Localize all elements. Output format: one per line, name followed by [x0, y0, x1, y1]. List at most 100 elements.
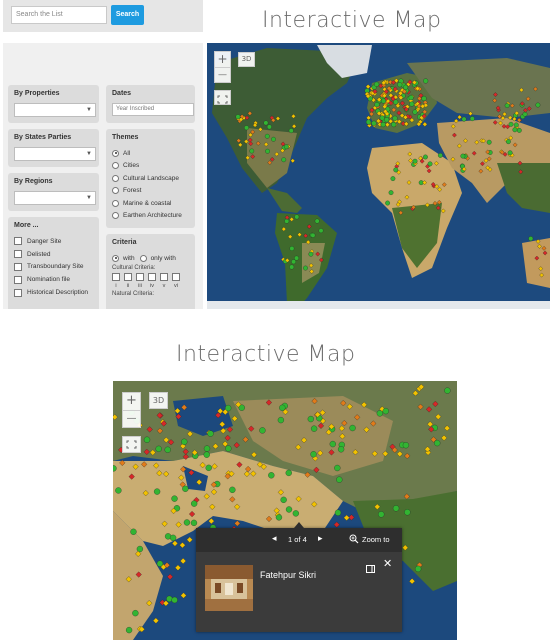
checkbox[interactable]: [112, 272, 120, 281]
site-marker[interactable]: [306, 224, 312, 229]
site-marker[interactable]: [152, 617, 159, 624]
site-marker[interactable]: [156, 470, 163, 477]
site-marker[interactable]: [507, 115, 513, 121]
site-marker[interactable]: [244, 125, 249, 131]
site-marker[interactable]: [393, 167, 399, 173]
site-marker[interactable]: [281, 157, 287, 163]
site-marker[interactable]: [318, 228, 324, 234]
site-marker[interactable]: [179, 542, 186, 549]
site-marker[interactable]: [341, 420, 348, 427]
site-marker[interactable]: [288, 128, 294, 134]
site-marker[interactable]: [498, 120, 503, 126]
site-marker[interactable]: [319, 257, 324, 263]
site-marker[interactable]: [125, 576, 132, 583]
site-marker[interactable]: [305, 239, 311, 245]
site-marker[interactable]: [328, 449, 335, 456]
site-marker[interactable]: [265, 515, 273, 522]
site-marker[interactable]: [175, 521, 182, 528]
site-marker[interactable]: [343, 514, 350, 521]
site-marker[interactable]: [191, 500, 198, 507]
zoom-in-button[interactable]: +: [215, 52, 230, 68]
site-marker[interactable]: [317, 422, 325, 429]
site-marker[interactable]: [132, 463, 139, 470]
site-marker[interactable]: [403, 493, 410, 500]
site-marker[interactable]: [285, 469, 292, 477]
site-marker[interactable]: [478, 168, 484, 174]
site-marker[interactable]: [294, 255, 299, 261]
site-marker[interactable]: [469, 116, 475, 122]
close-icon[interactable]: ✕: [383, 557, 392, 570]
site-marker[interactable]: [440, 208, 446, 214]
site-marker[interactable]: [361, 401, 368, 408]
site-marker[interactable]: [507, 150, 513, 156]
site-marker[interactable]: [352, 449, 359, 456]
site-marker[interactable]: [207, 430, 214, 437]
site-marker[interactable]: [291, 113, 296, 119]
site-marker[interactable]: [244, 115, 250, 121]
site-marker[interactable]: [277, 489, 284, 496]
site-marker[interactable]: [136, 545, 144, 553]
site-marker[interactable]: [267, 160, 273, 165]
site-marker[interactable]: [526, 106, 532, 111]
site-marker[interactable]: [391, 107, 397, 113]
site-marker[interactable]: [275, 116, 281, 121]
checkbox[interactable]: [14, 275, 22, 284]
site-marker[interactable]: [196, 479, 203, 486]
zoomed-map[interactable]: + — 3D ◂ 1 of 4 ▸ Zoom to ✕ Fatehpur Sik…: [113, 381, 457, 640]
site-marker[interactable]: [290, 158, 296, 164]
site-marker[interactable]: [245, 465, 252, 473]
site-marker[interactable]: [522, 111, 528, 117]
site-marker[interactable]: [392, 505, 400, 512]
checkbox[interactable]: [14, 250, 22, 259]
radio-selected[interactable]: [112, 149, 119, 157]
site-marker[interactable]: [421, 95, 427, 102]
site-marker[interactable]: [226, 426, 233, 433]
site-marker[interactable]: [180, 466, 187, 473]
radio[interactable]: [112, 199, 119, 207]
site-marker[interactable]: [237, 142, 243, 148]
site-marker[interactable]: [404, 194, 410, 200]
site-marker[interactable]: [516, 128, 522, 133]
radio-selected[interactable]: [112, 254, 119, 262]
site-marker[interactable]: [374, 81, 380, 87]
theme-marine[interactable]: Marine & coastal: [112, 197, 189, 210]
site-marker[interactable]: [434, 439, 441, 447]
site-marker[interactable]: [396, 450, 403, 457]
more-item-nomination[interactable]: Nomination file: [14, 273, 93, 286]
site-marker[interactable]: [275, 514, 283, 521]
site-marker[interactable]: [243, 470, 250, 478]
site-marker[interactable]: [349, 424, 356, 432]
site-marker[interactable]: [354, 414, 361, 421]
site-marker[interactable]: [199, 462, 206, 469]
site-marker[interactable]: [402, 442, 410, 449]
site-marker[interactable]: [175, 413, 182, 420]
site-marker[interactable]: [370, 420, 377, 427]
zoom-out-button[interactable]: —: [123, 411, 140, 428]
site-marker[interactable]: [528, 236, 534, 242]
site-marker[interactable]: [365, 119, 372, 125]
site-marker[interactable]: [141, 461, 148, 468]
site-marker[interactable]: [422, 121, 428, 127]
site-marker[interactable]: [167, 573, 174, 580]
site-marker[interactable]: [236, 461, 243, 468]
site-marker[interactable]: [412, 158, 418, 164]
site-marker[interactable]: [384, 122, 390, 128]
site-marker[interactable]: [371, 120, 377, 126]
site-marker[interactable]: [537, 244, 542, 249]
site-marker[interactable]: [236, 138, 242, 143]
site-marker[interactable]: [523, 107, 528, 113]
site-marker[interactable]: [371, 450, 378, 457]
site-marker[interactable]: [153, 462, 160, 469]
checkbox[interactable]: [14, 237, 22, 246]
site-marker[interactable]: [181, 404, 188, 411]
site-marker[interactable]: [317, 450, 324, 457]
site-marker[interactable]: [242, 436, 249, 443]
site-marker[interactable]: [417, 403, 424, 410]
site-thumbnail[interactable]: [205, 565, 253, 611]
site-marker[interactable]: [156, 427, 163, 434]
site-marker[interactable]: [348, 514, 355, 521]
site-marker[interactable]: [245, 155, 250, 161]
site-marker[interactable]: [189, 511, 196, 518]
site-marker[interactable]: [235, 114, 241, 120]
site-marker[interactable]: [427, 161, 433, 167]
